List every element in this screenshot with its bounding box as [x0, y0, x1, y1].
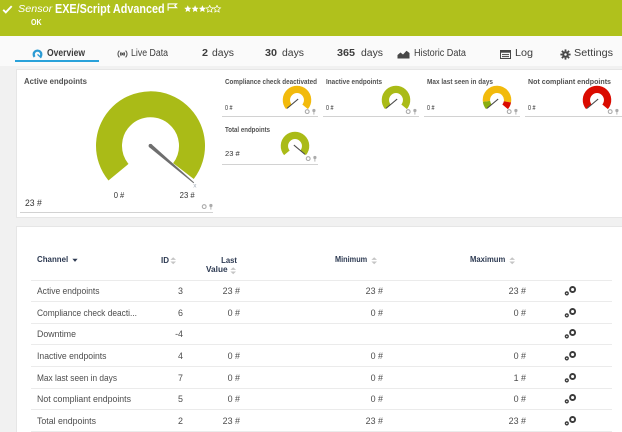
svg-text:x: x	[193, 182, 197, 189]
